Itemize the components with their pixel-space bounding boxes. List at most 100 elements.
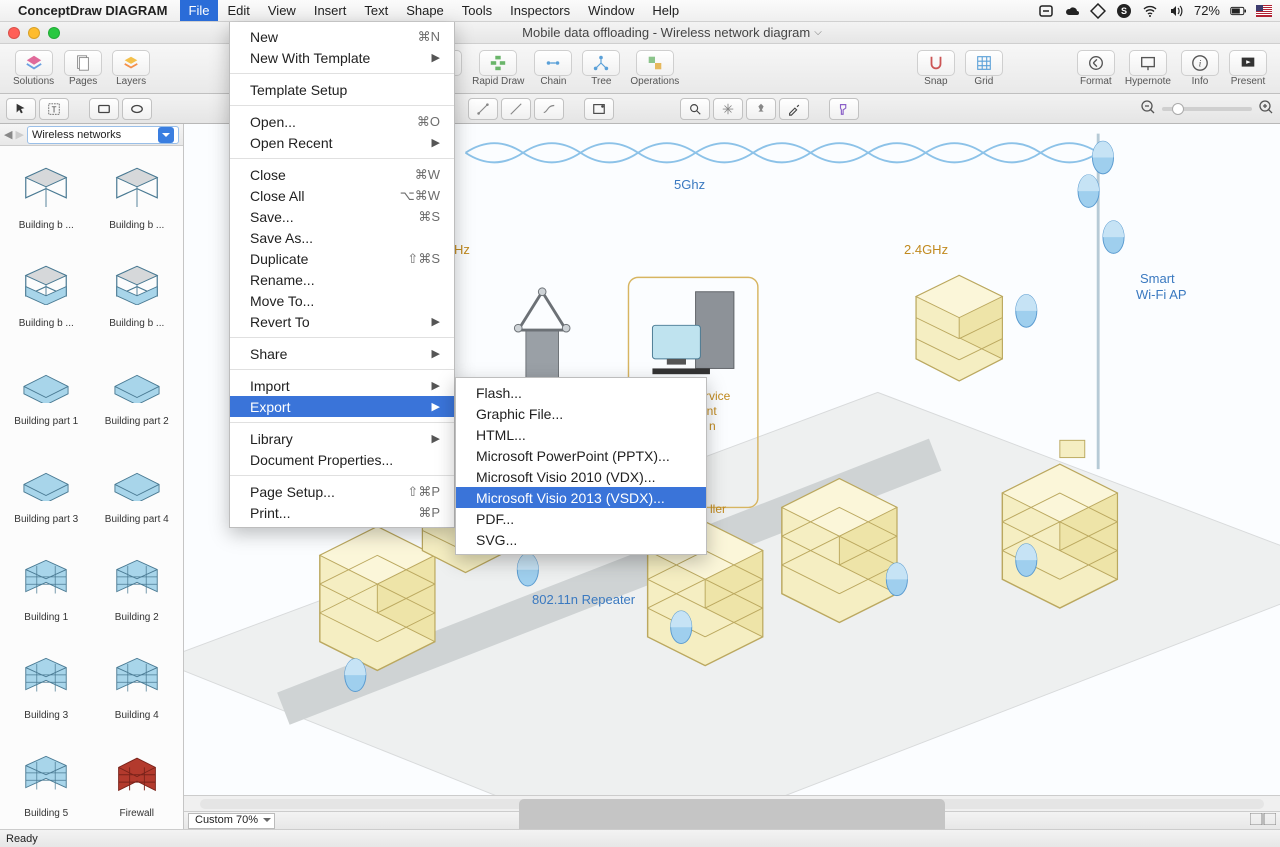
file-menu-close[interactable]: Close⌘W (230, 164, 454, 185)
zoom-slider[interactable] (1162, 107, 1252, 111)
text-tool-button[interactable]: T (39, 98, 69, 120)
layers-button[interactable] (112, 50, 150, 76)
file-menu-new-with-template[interactable]: New With Template▶ (230, 47, 454, 68)
file-menu-new[interactable]: New⌘N (230, 26, 454, 47)
rect-shape-button[interactable] (89, 98, 119, 120)
shape-building-b[interactable]: Building b ... (2, 248, 91, 344)
file-menu-save-as[interactable]: Save As... (230, 227, 454, 248)
shape-building-part-2[interactable]: Building part 2 (93, 346, 182, 442)
menu-item-view[interactable]: View (259, 0, 305, 21)
file-menu-open-recent[interactable]: Open Recent▶ (230, 132, 454, 153)
shape-building-b[interactable]: Building b ... (93, 248, 182, 344)
format-painter-button[interactable] (829, 98, 859, 120)
rapid-button[interactable] (479, 50, 517, 76)
shape-building-4[interactable]: Building 4 (93, 640, 182, 736)
battery-icon[interactable] (1230, 3, 1246, 19)
pan-button[interactable] (713, 98, 743, 120)
menu-item-shape[interactable]: Shape (397, 0, 453, 21)
pushpin-button[interactable] (746, 98, 776, 120)
zoom-button[interactable] (680, 98, 710, 120)
grid-button[interactable] (965, 50, 1003, 76)
file-menu-page-setup[interactable]: Page Setup...⇧⌘P (230, 481, 454, 502)
window-zoom-button[interactable] (48, 27, 60, 39)
export-html[interactable]: HTML... (456, 424, 706, 445)
zoom-out-button[interactable] (1140, 99, 1156, 118)
file-menu-open[interactable]: Open...⌘O (230, 111, 454, 132)
horizontal-scrollbar[interactable] (184, 795, 1280, 811)
export-microsoft-visio-2010-vdx[interactable]: Microsoft Visio 2010 (VDX)... (456, 466, 706, 487)
file-menu-rename[interactable]: Rename... (230, 269, 454, 290)
solutions-button[interactable] (15, 50, 53, 76)
export-pdf[interactable]: PDF... (456, 508, 706, 529)
container-button[interactable] (584, 98, 614, 120)
ops-button[interactable] (636, 50, 674, 76)
menu-item-insert[interactable]: Insert (305, 0, 356, 21)
menu-item-inspectors[interactable]: Inspectors (501, 0, 579, 21)
export-graphic-file[interactable]: Graphic File... (456, 403, 706, 424)
shape-building-part-3[interactable]: Building part 3 (2, 444, 91, 540)
hyper-button[interactable] (1129, 50, 1167, 76)
file-menu-library[interactable]: Library▶ (230, 428, 454, 449)
shape-building-part-4[interactable]: Building part 4 (93, 444, 182, 540)
pointer-tool-button[interactable] (6, 98, 36, 120)
shape-building-3[interactable]: Building 3 (2, 640, 91, 736)
file-menu-revert-to[interactable]: Revert To▶ (230, 311, 454, 332)
shape-firewall[interactable]: Firewall (93, 738, 182, 829)
lib-forward-button[interactable]: ▶ (15, 128, 23, 141)
file-menu-template-setup[interactable]: Template Setup (230, 79, 454, 100)
file-menu-import[interactable]: Import▶ (230, 375, 454, 396)
file-menu-close-all[interactable]: Close All⌥⌘W (230, 185, 454, 206)
cloud-icon[interactable] (1064, 3, 1080, 19)
window-minimize-button[interactable] (28, 27, 40, 39)
app-name[interactable]: ConceptDraw DIAGRAM (18, 3, 168, 18)
menu-item-text[interactable]: Text (355, 0, 397, 21)
ellipse-shape-button[interactable] (122, 98, 152, 120)
file-menu-duplicate[interactable]: Duplicate⇧⌘S (230, 248, 454, 269)
app-tray-icon[interactable] (1038, 3, 1054, 19)
info-button[interactable]: i (1181, 50, 1219, 76)
file-menu-move-to[interactable]: Move To... (230, 290, 454, 311)
connector1-button[interactable] (468, 98, 498, 120)
file-menu-print[interactable]: Print...⌘P (230, 502, 454, 523)
diamond-icon[interactable] (1090, 3, 1106, 19)
format-button[interactable] (1077, 50, 1115, 76)
zoom-in-button[interactable] (1258, 99, 1274, 118)
pages-button[interactable] (64, 50, 102, 76)
export-svg[interactable]: SVG... (456, 529, 706, 550)
connector2-button[interactable] (501, 98, 531, 120)
pages-control-icon[interactable] (1250, 813, 1276, 828)
lib-back-button[interactable]: ◀ (4, 128, 12, 141)
shape-building-1[interactable]: Building 1 (2, 542, 91, 638)
window-close-button[interactable] (8, 27, 20, 39)
shape-building-part-1[interactable]: Building part 1 (2, 346, 91, 442)
zoom-level-combo[interactable]: Custom 70% (188, 813, 275, 829)
eyedropper-button[interactable] (779, 98, 809, 120)
chain-button[interactable] (534, 50, 572, 76)
export-microsoft-powerpoint-pptx[interactable]: Microsoft PowerPoint (PPTX)... (456, 445, 706, 466)
connector3-button[interactable] (534, 98, 564, 120)
file-menu-document-properties[interactable]: Document Properties... (230, 449, 454, 470)
menu-item-edit[interactable]: Edit (218, 0, 258, 21)
volume-icon[interactable] (1168, 3, 1184, 19)
shape-building-b[interactable]: Building b ... (93, 150, 182, 246)
menu-item-help[interactable]: Help (643, 0, 688, 21)
menu-item-window[interactable]: Window (579, 0, 643, 21)
export-flash[interactable]: Flash... (456, 382, 706, 403)
shape-building-5[interactable]: Building 5 (2, 738, 91, 829)
shape-building-b[interactable]: Building b ... (2, 150, 91, 246)
wifi-icon[interactable] (1142, 3, 1158, 19)
file-menu-export[interactable]: Export▶ (230, 396, 454, 417)
menu-item-tools[interactable]: Tools (453, 0, 501, 21)
export-microsoft-visio-2013-vsdx[interactable]: Microsoft Visio 2013 (VSDX)... (456, 487, 706, 508)
tree-button[interactable] (582, 50, 620, 76)
snap-button[interactable] (917, 50, 955, 76)
library-selector[interactable]: Wireless networks (27, 126, 179, 144)
skype-icon[interactable]: S (1116, 3, 1132, 19)
present-button[interactable] (1229, 50, 1267, 76)
file-menu-save[interactable]: Save...⌘S (230, 206, 454, 227)
title-chevron-icon[interactable]: ⌵ (814, 27, 822, 38)
menu-item-file[interactable]: File (180, 0, 219, 21)
flag-us-icon[interactable] (1256, 3, 1272, 19)
shape-building-2[interactable]: Building 2 (93, 542, 182, 638)
file-menu-share[interactable]: Share▶ (230, 343, 454, 364)
